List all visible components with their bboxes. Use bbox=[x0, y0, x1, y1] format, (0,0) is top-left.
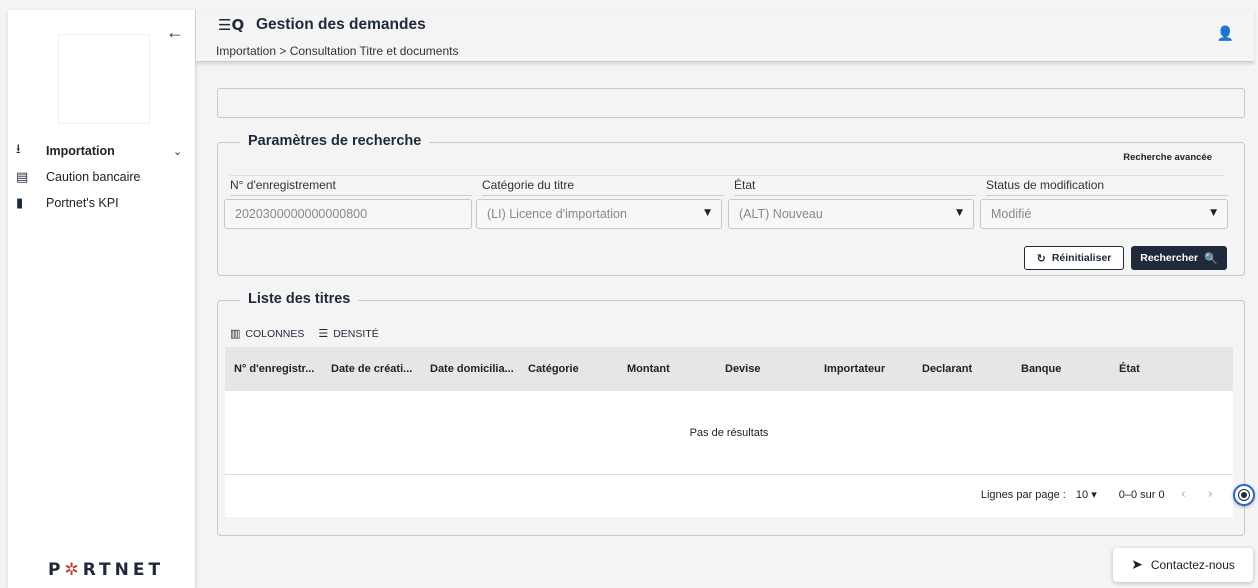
divider bbox=[482, 195, 724, 196]
pagination: Lignes par page : 10 ▾ 0–0 sur 0 ‹ › bbox=[981, 487, 1219, 502]
sidebar-item-portnet-kpi[interactable]: ▮ Portnet's KPI bbox=[8, 190, 195, 216]
search-button[interactable]: Rechercher 🔍 bbox=[1131, 246, 1227, 270]
search-parameters-panel: Paramètres de recherche Recherche avancé… bbox=[217, 133, 1245, 276]
density-icon: ☰ bbox=[318, 327, 329, 340]
sidebar-item-label: Portnet's KPI bbox=[46, 196, 119, 210]
empty-state-message: Pas de résultats bbox=[225, 391, 1233, 475]
grid-header: N° d'enregistr... Date de créati... Date… bbox=[225, 347, 1233, 391]
prev-page-icon[interactable]: ‹ bbox=[1175, 487, 1192, 502]
search-icon: 🔍 bbox=[1204, 251, 1218, 265]
search-list-icon: ☰Q bbox=[218, 16, 245, 34]
search-panel-title: Paramètres de recherche bbox=[240, 133, 430, 149]
column-header[interactable]: Banque bbox=[1021, 363, 1061, 375]
sidebar: ← ⭳ Importation ⌄ ▤ Caution bancaire ▮ P… bbox=[8, 10, 196, 588]
state-select[interactable]: (ALT) Nouveau ▼ bbox=[728, 199, 974, 229]
column-header[interactable]: N° d'enregistr... bbox=[234, 363, 314, 375]
brand-pre: P bbox=[48, 560, 65, 580]
advanced-search-link[interactable]: Recherche avancée bbox=[1123, 152, 1212, 163]
results-grid: N° d'enregistr... Date de créati... Date… bbox=[225, 347, 1233, 517]
user-icon[interactable]: 👤 bbox=[1217, 26, 1234, 42]
breadcrumb: Importation > Consultation Titre et docu… bbox=[216, 44, 459, 58]
search-label: Rechercher bbox=[1140, 252, 1199, 264]
contact-us-label: Contactez-nous bbox=[1150, 558, 1235, 572]
star-icon: ✲ bbox=[64, 560, 83, 580]
registration-number-input[interactable]: 2020300000000000800 bbox=[224, 199, 472, 229]
target-icon bbox=[1238, 489, 1250, 501]
column-header[interactable]: Importateur bbox=[824, 363, 885, 375]
grid-toolbar: ▥ COLONNES ☰ DENSITÉ bbox=[230, 327, 379, 340]
dropdown-caret-icon: ▼ bbox=[956, 208, 963, 218]
page-range: 0–0 sur 0 bbox=[1118, 488, 1165, 501]
columns-button[interactable]: ▥ COLONNES bbox=[230, 327, 304, 340]
top-header: ☰Q Gestion des demandes Importation > Co… bbox=[196, 10, 1254, 62]
modification-status-label: Status de modification bbox=[986, 178, 1105, 192]
column-header[interactable]: Devise bbox=[725, 363, 760, 375]
send-icon: ➤ bbox=[1131, 557, 1143, 573]
title-category-label: Catégorie du titre bbox=[482, 178, 575, 192]
next-page-icon[interactable]: › bbox=[1202, 487, 1219, 502]
column-header[interactable]: Date domicilia... bbox=[430, 363, 514, 375]
refresh-icon: ↻ bbox=[1036, 251, 1046, 265]
state-value: (ALT) Nouveau bbox=[739, 207, 823, 221]
download-icon: ⭳ bbox=[16, 142, 21, 157]
divider bbox=[734, 195, 976, 196]
collapse-sidebar-icon[interactable]: ← bbox=[166, 22, 184, 43]
column-header[interactable]: État bbox=[1119, 363, 1140, 375]
sidebar-nav: ⭳ Importation ⌄ ▤ Caution bancaire ▮ Por… bbox=[8, 138, 195, 216]
columns-label: COLONNES bbox=[245, 327, 305, 340]
card-icon: ▤ bbox=[16, 169, 29, 185]
info-banner bbox=[217, 88, 1245, 118]
contact-us-button[interactable]: ➤ Contactez-nous bbox=[1113, 548, 1253, 582]
chevron-down-icon: ⌄ bbox=[173, 144, 183, 158]
logo-placeholder bbox=[58, 34, 150, 124]
sidebar-item-caution-bancaire[interactable]: ▤ Caution bancaire bbox=[8, 164, 195, 190]
bar-chart-icon: ▮ bbox=[16, 195, 24, 211]
registration-number-label: N° d'enregistrement bbox=[230, 178, 336, 192]
dropdown-caret-icon: ▼ bbox=[1210, 208, 1217, 218]
divider bbox=[230, 175, 1224, 176]
density-label: DENSITÉ bbox=[333, 327, 379, 340]
list-panel-title: Liste des titres bbox=[240, 291, 359, 307]
sidebar-item-importation[interactable]: ⭳ Importation ⌄ bbox=[8, 138, 195, 164]
rows-per-page-value: 10 bbox=[1075, 489, 1089, 501]
modification-status-value: Modifié bbox=[991, 207, 1032, 221]
divider bbox=[986, 195, 1228, 196]
modification-status-select[interactable]: Modifié ▼ bbox=[980, 199, 1228, 229]
titles-list-panel: Liste des titres ▥ COLONNES ☰ DENSITÉ N°… bbox=[217, 291, 1245, 536]
state-label: État bbox=[734, 178, 756, 192]
reset-button[interactable]: ↻ Réinitialiser bbox=[1024, 246, 1124, 270]
column-header[interactable]: Date de créati... bbox=[331, 363, 412, 375]
title-category-value: (LI) Licence d'importation bbox=[487, 207, 627, 221]
page-title: Gestion des demandes bbox=[256, 16, 426, 33]
column-header[interactable]: Declarant bbox=[922, 363, 972, 375]
brand-logo: P✲RTNET bbox=[48, 560, 164, 580]
density-button[interactable]: ☰ DENSITÉ bbox=[318, 327, 378, 340]
dropdown-caret-icon: ▼ bbox=[704, 208, 711, 218]
column-header[interactable]: Catégorie bbox=[528, 363, 579, 375]
app-root: ← ⭳ Importation ⌄ ▤ Caution bancaire ▮ P… bbox=[0, 0, 1258, 588]
brand-post: RTNET bbox=[82, 560, 165, 580]
title-category-select[interactable]: (LI) Licence d'importation ▼ bbox=[476, 199, 722, 229]
divider bbox=[230, 195, 472, 196]
reset-label: Réinitialiser bbox=[1051, 252, 1112, 264]
column-header[interactable]: Montant bbox=[627, 363, 670, 375]
dropdown-caret-icon: ▾ bbox=[1091, 489, 1097, 501]
rows-per-page-select[interactable]: 10 ▾ bbox=[1076, 488, 1097, 501]
registration-number-value: 2020300000000000800 bbox=[235, 207, 368, 221]
rows-per-page-label: Lignes par page : bbox=[980, 488, 1066, 501]
help-widget-button[interactable] bbox=[1233, 484, 1255, 506]
sidebar-item-label: Caution bancaire bbox=[46, 170, 141, 184]
sidebar-item-label: Importation bbox=[46, 144, 115, 158]
columns-icon: ▥ bbox=[230, 327, 241, 340]
